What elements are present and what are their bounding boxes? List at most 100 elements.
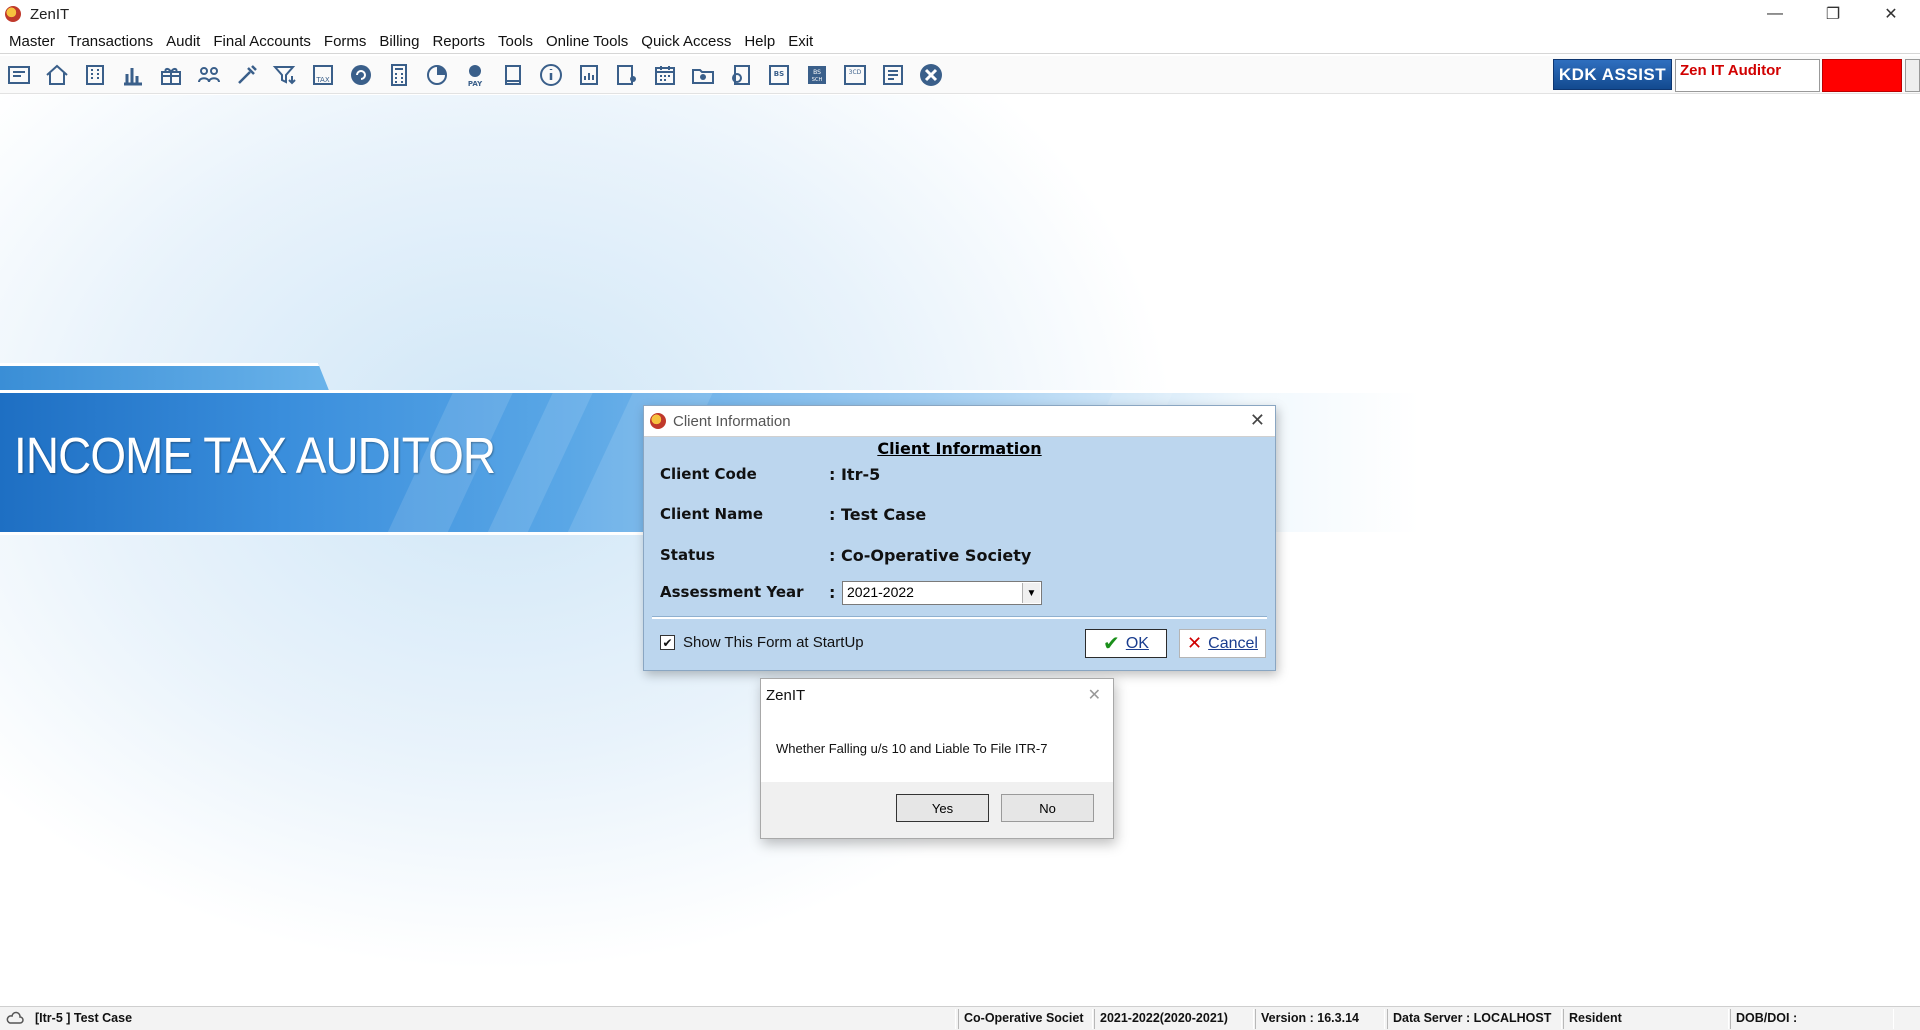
report-icon[interactable] — [572, 59, 606, 91]
status-bar: [Itr-5 ] Test Case Co-Operative Societ 2… — [0, 1006, 1920, 1030]
client-code-label: Client Code — [660, 465, 757, 483]
window-controls: — ❐ ✕ — [1746, 0, 1920, 28]
toolbar-overflow[interactable] — [1905, 59, 1920, 92]
checkmark-icon: ✔ — [1103, 633, 1120, 655]
folder-icon[interactable] — [686, 59, 720, 91]
startup-checkbox-label: Show This Form at StartUp — [683, 634, 864, 651]
cancel-button[interactable]: ✕ Cancel — [1179, 629, 1266, 658]
dialog-caption: Client Information — [673, 412, 791, 430]
banner-tab — [0, 363, 330, 393]
3cd-icon[interactable]: 3CD — [838, 59, 872, 91]
menu-final-accounts[interactable]: Final Accounts — [208, 33, 316, 50]
product-name-label: Zen IT Auditor — [1675, 59, 1820, 92]
app-logo-icon — [5, 6, 21, 22]
gift-icon[interactable] — [154, 59, 188, 91]
menu-master[interactable]: Master — [4, 33, 60, 50]
menu-audit[interactable]: Audit — [161, 33, 205, 50]
calendar-icon[interactable] — [648, 59, 682, 91]
svg-text:BS: BS — [813, 69, 821, 76]
client-name-label: Client Name — [660, 505, 764, 523]
assessment-year-label: Assessment Year — [660, 583, 804, 601]
tax-icon[interactable]: TAX — [306, 59, 340, 91]
yes-button[interactable]: Yes — [896, 794, 989, 822]
assessment-year-select[interactable]: 2021-2022 ▼ — [842, 581, 1042, 605]
svg-text:SCH: SCH — [812, 77, 823, 83]
bar-chart-icon[interactable] — [116, 59, 150, 91]
menu-tools[interactable]: Tools — [493, 33, 538, 50]
building-icon[interactable] — [78, 59, 112, 91]
menu-bar: Master Transactions Audit Final Accounts… — [0, 30, 1920, 54]
status-residence: Resident — [1563, 1009, 1729, 1029]
chevron-down-icon[interactable]: ▼ — [1022, 583, 1040, 603]
no-button[interactable]: No — [1001, 794, 1094, 822]
app-logo-icon — [650, 413, 666, 429]
cross-icon: ✕ — [1187, 633, 1203, 653]
close-circle-icon[interactable] — [914, 59, 948, 91]
dialog-separator — [652, 616, 1267, 619]
client-code-value: : Itr-5 — [829, 465, 881, 484]
minimize-button[interactable]: — — [1746, 0, 1804, 28]
dialog-heading: Client Information — [877, 439, 1042, 458]
close-icon[interactable]: ✕ — [1088, 685, 1101, 705]
client-info-dialog: Client Information ✕ Client Information … — [643, 405, 1276, 671]
status-client: [Itr-5 ] Test Case — [30, 1009, 956, 1029]
status-dob: DOB/DOI : — [1730, 1009, 1894, 1029]
pie-chart-icon[interactable] — [420, 59, 454, 91]
menu-forms[interactable]: Forms — [319, 33, 372, 50]
status-version: Version : 16.3.14 — [1255, 1009, 1385, 1029]
document-search-icon[interactable] — [724, 59, 758, 91]
cancel-button-label: Cancel — [1208, 634, 1258, 652]
close-window-button[interactable]: ✕ — [1862, 0, 1920, 28]
toolbar: TAX PAY BS BS SCH 3CD KDK ASSIST Zen IT A… — [0, 56, 1920, 94]
startup-checkbox[interactable]: ✔ — [660, 635, 675, 650]
pay-icon[interactable]: PAY — [458, 59, 492, 91]
menu-quick-access[interactable]: Quick Access — [636, 33, 736, 50]
window-title: ZenIT — [30, 5, 70, 23]
tools-icon[interactable] — [230, 59, 264, 91]
status-server: Data Server : LOCALHOST — [1387, 1009, 1562, 1029]
restore-button[interactable]: ❐ — [1804, 0, 1862, 28]
home-icon[interactable] — [40, 59, 74, 91]
message-box-title: ZenIT — [766, 686, 806, 704]
document-user-icon[interactable] — [610, 59, 644, 91]
calculator-icon[interactable] — [382, 59, 416, 91]
message-box-footer: Yes No — [761, 782, 1113, 838]
assessment-year-colon: : — [829, 583, 836, 602]
svg-text:3CD: 3CD — [849, 69, 862, 76]
cloud-users-icon — [6, 1011, 24, 1024]
svg-text:PAY: PAY — [468, 80, 483, 88]
title-bar: ZenIT — ❐ ✕ — [0, 0, 1920, 28]
menu-exit[interactable]: Exit — [783, 33, 818, 50]
form-icon[interactable] — [876, 59, 910, 91]
menu-reports[interactable]: Reports — [427, 33, 490, 50]
message-box: ZenIT ✕ Whether Falling u/s 10 and Liabl… — [760, 678, 1114, 839]
menu-online-tools[interactable]: Online Tools — [541, 33, 633, 50]
company-icon[interactable] — [2, 59, 36, 91]
menu-transactions[interactable]: Transactions — [63, 33, 158, 50]
status-value: : Co-Operative Society — [829, 546, 1032, 565]
ok-button-label: OK — [1125, 634, 1149, 652]
toolbar-icons: TAX PAY BS BS SCH 3CD — [2, 59, 948, 91]
client-name-value: : Test Case — [829, 505, 927, 524]
book-icon[interactable] — [496, 59, 530, 91]
status-label: Status — [660, 546, 715, 564]
message-box-title-bar: ZenIT ✕ — [761, 679, 1113, 711]
message-text: Whether Falling u/s 10 and Liable To Fil… — [776, 741, 1048, 756]
banner-title: INCOME TAX AUDITOR — [14, 427, 496, 484]
kdk-assist-button[interactable]: KDK ASSIST — [1553, 59, 1672, 90]
ok-button[interactable]: ✔ OK — [1085, 629, 1167, 658]
status-year: 2021-2022(2020-2021) — [1094, 1009, 1254, 1029]
menu-help[interactable]: Help — [739, 33, 780, 50]
bs-icon[interactable]: BS — [762, 59, 796, 91]
bs-sch-icon[interactable]: BS SCH — [800, 59, 834, 91]
filter-icon[interactable] — [268, 59, 302, 91]
menu-billing[interactable]: Billing — [374, 33, 424, 50]
alert-indicator — [1822, 59, 1902, 92]
refresh-icon[interactable] — [344, 59, 378, 91]
assessment-year-value: 2021-2022 — [847, 584, 914, 600]
info-icon[interactable] — [534, 59, 568, 91]
users-icon[interactable] — [192, 59, 226, 91]
dialog-close-button[interactable]: ✕ — [1250, 410, 1265, 431]
dialog-title-bar: Client Information ✕ — [644, 406, 1275, 437]
svg-text:BS: BS — [774, 70, 784, 78]
